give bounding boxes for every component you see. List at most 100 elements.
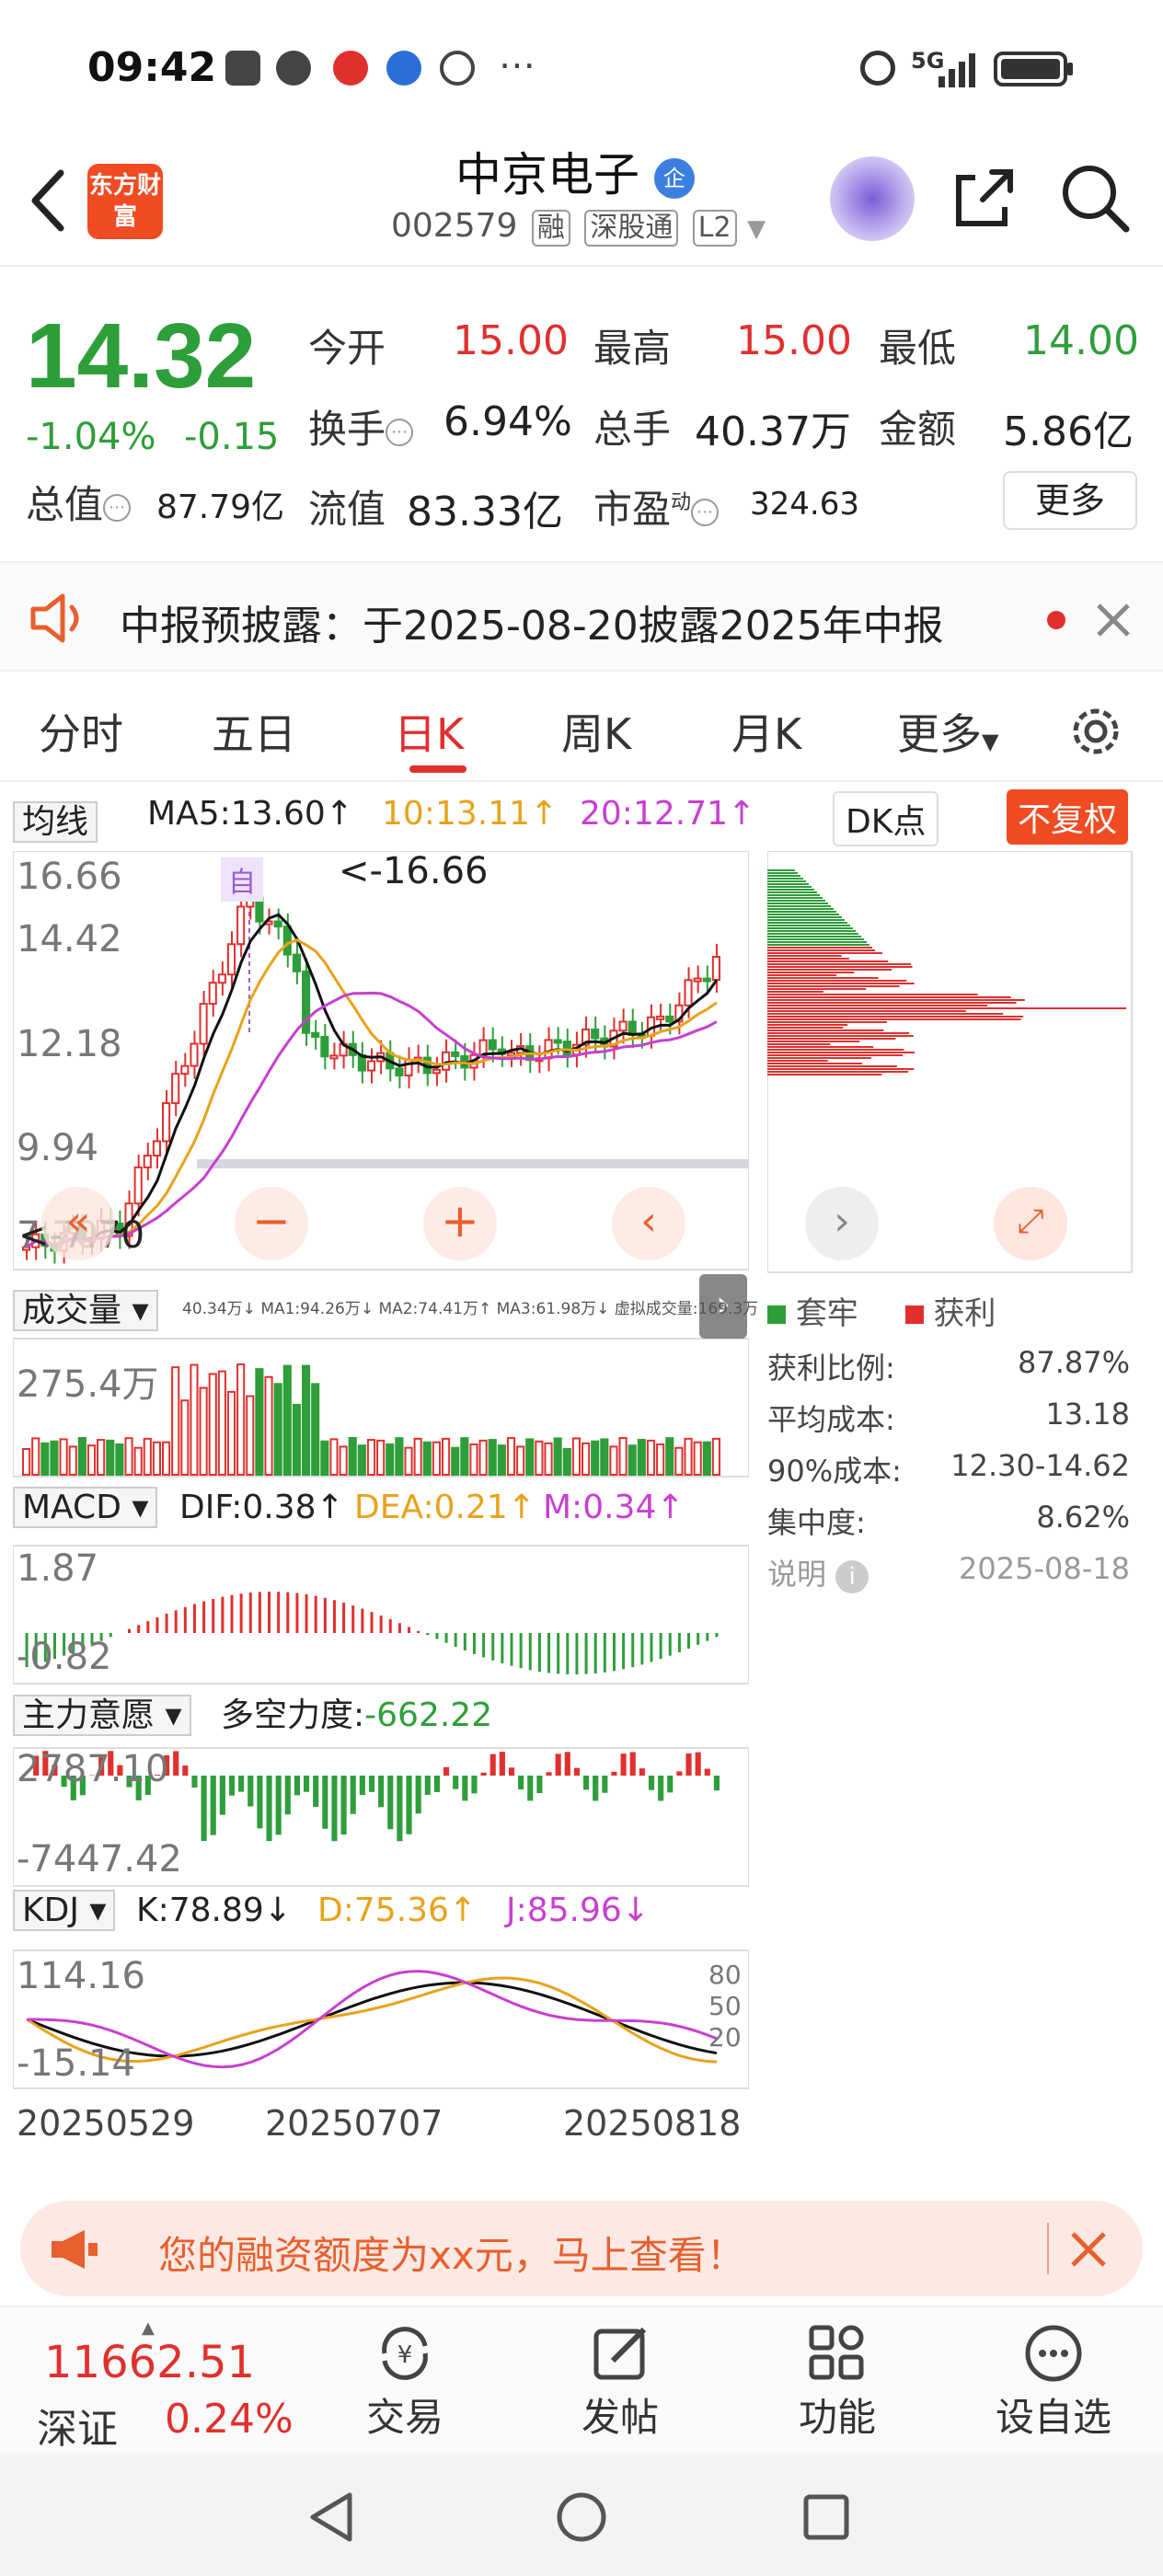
tab-more[interactable]: 更多▼: [897, 701, 998, 762]
price-axis-label: 14.42: [17, 918, 122, 960]
zoom-in-button[interactable]: +: [423, 1187, 497, 1260]
tab-intraday[interactable]: 分时: [39, 701, 123, 762]
share-icon[interactable]: [948, 161, 1021, 235]
settings-gear-icon[interactable]: [1067, 703, 1124, 760]
candle-body: [366, 1060, 376, 1072]
volume-bar: [600, 1438, 609, 1477]
candle-body: [656, 1015, 665, 1020]
main-force-label: 主力意愿: [22, 1696, 155, 1734]
info-icon[interactable]: ⋯: [386, 418, 414, 446]
macd-dropdown[interactable]: MACD ▾: [13, 1487, 158, 1528]
volume-bar: [22, 1448, 31, 1476]
volume-bar: [320, 1440, 329, 1477]
chip-bar: [767, 933, 858, 935]
price-axis-label: 16.66: [17, 856, 122, 898]
chip-date: 2025-08-18: [959, 1551, 1130, 1586]
chip-bar: [767, 944, 869, 946]
index-widget[interactable]: 11662.51 深证 0.24% ▲: [22, 2318, 317, 2453]
adjust-button[interactable]: 不复权: [1007, 789, 1129, 845]
back-arrow-icon[interactable]: [26, 164, 72, 237]
kdj-d: D:75.36↑: [317, 1892, 478, 1929]
close-icon[interactable]: [1095, 602, 1132, 638]
trade-button[interactable]: ¥ 交易: [340, 2320, 469, 2449]
edit-icon: [593, 2327, 647, 2380]
chip-next-button[interactable]: ›: [805, 1187, 879, 1260]
ma-dropdown-label: 均线: [13, 801, 98, 843]
kdj-dropdown[interactable]: KDJ ▾: [13, 1890, 116, 1931]
nav-home-icon[interactable]: [554, 2490, 609, 2545]
chip-stat-label: 90%成本:: [767, 1454, 902, 1489]
tab-monthly-k[interactable]: 月K: [731, 701, 801, 762]
chip-bar: [767, 955, 842, 957]
chip-bar: [767, 963, 912, 965]
chip-bar: [767, 1035, 914, 1037]
app-logo[interactable]: 东方财富: [87, 164, 163, 239]
tab-five-day[interactable]: 五日: [212, 701, 296, 762]
stock-code: 002579: [391, 207, 518, 245]
info-icon[interactable]: ⋯: [103, 493, 132, 522]
float-cap-value: 83.33亿: [407, 489, 563, 535]
volume-bar: [152, 1441, 162, 1476]
volume-bar: [469, 1443, 478, 1477]
functions-button[interactable]: 功能: [773, 2320, 902, 2449]
add-watchlist-button[interactable]: 设自选: [975, 2320, 1132, 2449]
search-icon[interactable]: [1058, 161, 1132, 235]
ai-assistant-avatar[interactable]: [830, 156, 915, 241]
main-force-bar: [313, 1776, 319, 1807]
volume-bar: [702, 1441, 711, 1476]
more-button[interactable]: 更多: [1003, 471, 1137, 530]
fullscreen-button[interactable]: ⤢: [994, 1187, 1067, 1260]
post-button[interactable]: 发帖: [556, 2320, 685, 2449]
candle-body: [693, 977, 702, 983]
main-force-bar: [294, 1776, 300, 1796]
main-force-bar: [480, 1772, 487, 1776]
nav-recents-icon[interactable]: [799, 2490, 854, 2545]
profit-label: 获利: [933, 1295, 996, 1332]
volume-bar: [311, 1383, 320, 1477]
scroll-left-button[interactable]: ‹: [612, 1187, 685, 1260]
main-force-bar: [499, 1752, 505, 1776]
financing-promo-banner[interactable]: 您的融资额度为xx元，马上查看！: [20, 2201, 1143, 2296]
volume-bar: [628, 1444, 637, 1477]
main-force-bar: [704, 1768, 710, 1776]
volume-bar: [199, 1386, 208, 1476]
main-force-bar: [368, 1776, 375, 1792]
main-force-bar: [359, 1776, 365, 1796]
volume-bar: [413, 1437, 422, 1476]
notice-text: 中报预披露：于2025-08-20披露2025年中报: [120, 603, 944, 650]
candle-body: [180, 1064, 190, 1075]
chip-stat-row: 集中度: 8.62%: [767, 1500, 1135, 1551]
volume-bar: [366, 1439, 376, 1477]
info-icon: i: [835, 1560, 869, 1593]
main-force-bar: [322, 1776, 328, 1829]
kdj-dropdown-label: KDJ ▾: [13, 1890, 116, 1931]
volume-dropdown[interactable]: 成交量 ▾: [13, 1283, 158, 1331]
nav-back-icon[interactable]: [304, 2490, 359, 2545]
tab-weekly-k[interactable]: 周K: [561, 701, 631, 762]
candle-body: [320, 1036, 329, 1058]
volume-bar: [684, 1437, 693, 1477]
ma10-value: 10:13.11↑: [382, 795, 558, 833]
volume-bar: [236, 1363, 246, 1477]
main-force-dropdown[interactable]: 主力意愿 ▾: [13, 1688, 191, 1736]
main-force-top-label: 2787.10: [17, 1748, 169, 1790]
main-force-bar: [658, 1776, 664, 1801]
zoom-out-button[interactable]: −: [235, 1187, 308, 1260]
stock-code-row[interactable]: 002579 融 深股通 L2 ▼: [391, 207, 766, 247]
info-icon[interactable]: ⋯: [691, 498, 720, 526]
notice-bar[interactable]: 中报预披露：于2025-08-20披露2025年中报: [0, 561, 1163, 672]
chip-bar: [767, 903, 828, 904]
volume-bar: [553, 1437, 562, 1476]
scroll-left-fast-button[interactable]: «: [41, 1187, 115, 1260]
chip-note-row[interactable]: 说明 i 2025-08-18: [767, 1551, 1135, 1603]
ma-dropdown[interactable]: 均线: [13, 795, 98, 843]
dk-point-button[interactable]: DK点: [833, 791, 939, 846]
tab-daily-k[interactable]: 日K: [394, 701, 464, 762]
dropdown-caret-icon: ▼: [747, 215, 766, 243]
main-force-bar: [248, 1776, 254, 1807]
chip-bar: [767, 889, 814, 891]
pe-superscript: 动: [671, 491, 692, 514]
close-icon[interactable]: [1069, 2230, 1108, 2269]
volume-label: 成交量: [22, 1292, 122, 1329]
volume-bar: [656, 1443, 665, 1476]
